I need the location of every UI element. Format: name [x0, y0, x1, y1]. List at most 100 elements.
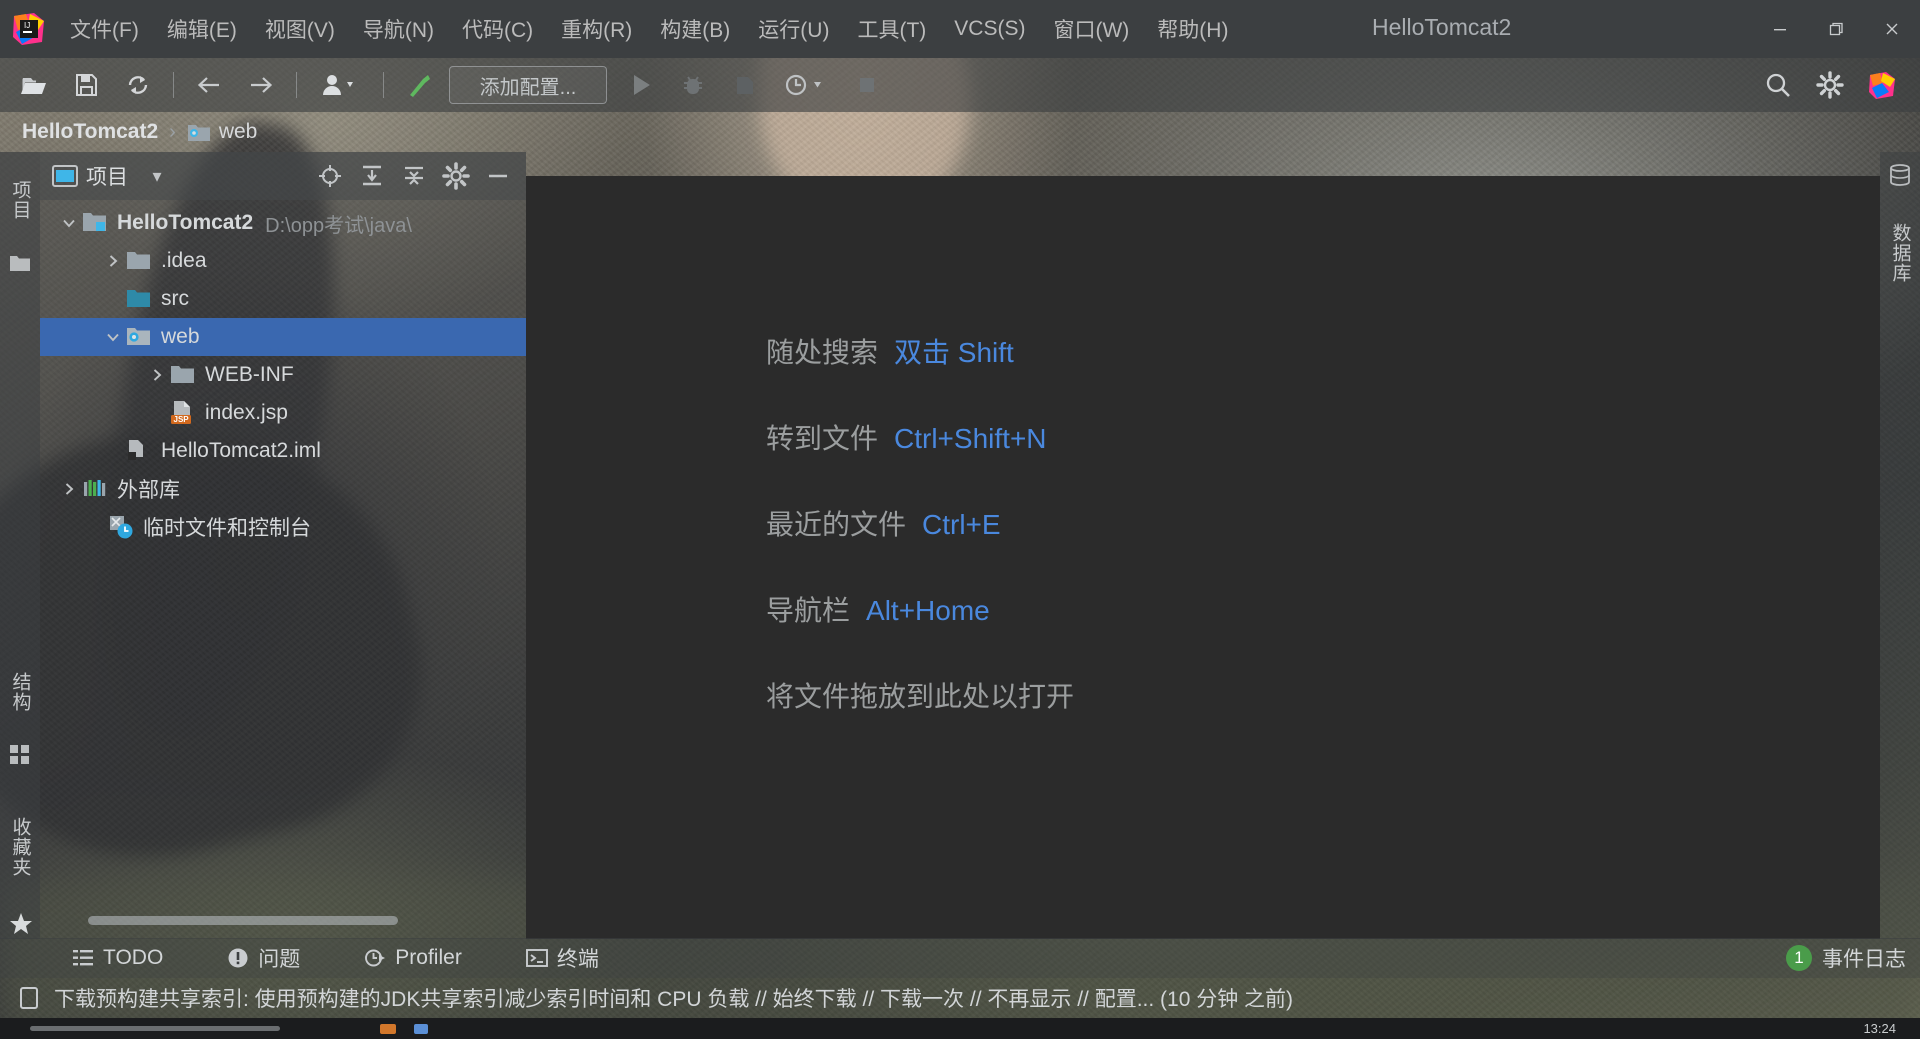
maximize-restore-button[interactable] [1808, 0, 1864, 58]
breadcrumb-item-web[interactable]: web [187, 120, 257, 144]
stop-icon[interactable] [846, 64, 888, 106]
menu-edit[interactable]: 编辑(E) [153, 9, 251, 49]
hide-icon[interactable] [480, 158, 516, 194]
run-with-coverage-icon[interactable] [724, 64, 766, 106]
gear-icon[interactable] [1809, 64, 1851, 106]
status-bar-message[interactable]: 下载预构建共享索引: 使用预构建的JDK共享索引减少索引时间和 CPU 负载 /… [54, 983, 1293, 1013]
tool-button-todo[interactable]: TODO [58, 942, 177, 974]
star-icon[interactable] [9, 912, 32, 934]
select-opened-file-icon[interactable] [312, 158, 348, 194]
hint-shortcut-key: Ctrl+E [922, 509, 1001, 540]
menu-help[interactable]: 帮助(H) [1143, 9, 1242, 49]
menu-navigate[interactable]: 导航(N) [349, 9, 448, 49]
tool-button-problems[interactable]: 问题 [213, 939, 314, 977]
todo-list-icon [72, 947, 94, 969]
tool-tab-project[interactable]: 项目 [0, 160, 40, 240]
taskbar-thumbnail[interactable] [30, 1026, 280, 1031]
menu-window[interactable]: 窗口(W) [1039, 9, 1143, 49]
intellij-logo-icon: IJ [12, 12, 46, 46]
tool-button-profiler[interactable]: Profiler [350, 942, 476, 974]
open-folder-icon[interactable] [13, 64, 55, 106]
windows-taskbar: 13:24 [0, 1018, 1920, 1039]
tool-button-terminal[interactable]: 终端 [512, 939, 613, 977]
external-libraries-icon [82, 476, 108, 502]
menu-bar: 文件(F) 编辑(E) 视图(V) 导航(N) 代码(C) 重构(R) 构建(B… [56, 9, 1242, 49]
save-all-icon[interactable] [65, 64, 107, 106]
source-folder-icon [126, 286, 152, 312]
tree-node-label: WEB-INF [205, 363, 294, 386]
bottom-tool-bar: TODO 问题 Profiler 终端 1 事件日志 [0, 938, 1920, 978]
tool-tab-favorites[interactable]: 收藏夹 [0, 792, 40, 902]
chevron-right-icon[interactable] [100, 242, 126, 280]
menu-code[interactable]: 代码(C) [448, 9, 547, 49]
structure-grid-icon[interactable] [9, 744, 31, 766]
event-log-count-badge: 1 [1786, 945, 1812, 971]
idea-logo-icon[interactable] [1861, 64, 1903, 106]
tree-node-scratches[interactable]: 临时文件和控制台 [40, 508, 526, 546]
taskbar-app-icon[interactable] [414, 1023, 428, 1034]
tree-node-web-inf[interactable]: WEB-INF [40, 356, 526, 394]
sync-icon[interactable] [117, 64, 159, 106]
gear-icon[interactable] [438, 158, 474, 194]
chevron-down-icon[interactable] [56, 204, 82, 242]
toolbar-right-group [1752, 64, 1920, 106]
chevron-right-icon[interactable] [56, 470, 82, 508]
svg-text:JSP: JSP [174, 415, 190, 424]
tree-node-web[interactable]: web [40, 318, 526, 356]
tool-button-event-log[interactable]: 事件日志 [1822, 943, 1906, 973]
chevron-down-icon[interactable] [100, 318, 126, 356]
run-icon[interactable] [620, 64, 662, 106]
build-hammer-icon[interactable] [398, 64, 440, 106]
back-arrow-icon[interactable] [188, 64, 230, 106]
search-icon[interactable] [1757, 64, 1799, 106]
project-folder-icon[interactable] [9, 252, 31, 274]
menu-refactor[interactable]: 重构(R) [547, 9, 646, 49]
editor-empty-area[interactable]: 随处搜索 双击 Shift 转到文件 Ctrl+Shift+N 最近的文件 Ctrl+… [526, 176, 1880, 939]
tree-node-label: HelloTomcat2.iml [161, 439, 321, 462]
tool-tab-database[interactable]: 数据库 [1880, 198, 1920, 308]
web-folder-icon [126, 324, 152, 350]
expand-all-icon[interactable] [354, 158, 390, 194]
close-button[interactable] [1864, 0, 1920, 58]
title-bar: IJ 文件(F) 编辑(E) 视图(V) 导航(N) 代码(C) 重构(R) 构… [0, 0, 1920, 58]
project-panel-horizontal-scrollbar[interactable] [88, 916, 398, 925]
tree-node-iml[interactable]: HelloTomcat2.iml [40, 432, 526, 470]
tool-button-label: 终端 [556, 948, 599, 971]
tool-button-label: TODO [103, 946, 164, 969]
taskbar-clock[interactable]: 13:24 [1863, 1021, 1896, 1036]
breadcrumb: HelloTomcat2 › web [0, 112, 1920, 152]
collapse-all-icon[interactable] [396, 158, 432, 194]
minimize-button[interactable] [1752, 0, 1808, 58]
breadcrumb-project[interactable]: HelloTomcat2 [22, 120, 158, 144]
user-profile-icon[interactable] [311, 64, 369, 106]
toolbar-divider [173, 72, 174, 98]
tree-node-index-jsp[interactable]: JSP index.jsp [40, 394, 526, 432]
profiler-icon[interactable] [776, 64, 836, 106]
forward-arrow-icon[interactable] [240, 64, 282, 106]
tree-node-external-libraries[interactable]: 外部库 [40, 470, 526, 508]
run-configuration-selector[interactable]: 添加配置... [449, 66, 607, 104]
menu-file[interactable]: 文件(F) [56, 9, 153, 49]
menu-tools[interactable]: 工具(T) [843, 9, 940, 49]
problems-icon [227, 947, 249, 969]
database-cylinder-icon[interactable] [1889, 164, 1911, 186]
chevron-right-icon[interactable] [144, 356, 170, 394]
project-tree: HelloTomcat2 D:\opp考试\java\ .idea src we… [40, 200, 526, 546]
menu-run[interactable]: 运行(U) [744, 9, 843, 49]
debug-icon[interactable] [672, 64, 714, 106]
menu-vcs[interactable]: VCS(S) [940, 12, 1039, 46]
tree-node-hellotomcat2[interactable]: HelloTomcat2 D:\opp考试\java\ [40, 204, 526, 242]
tree-node-src[interactable]: src [40, 280, 526, 318]
menu-view[interactable]: 视图(V) [251, 9, 349, 49]
hint-recent-files: 最近的文件 Ctrl+E [766, 503, 1074, 543]
jsp-file-icon: JSP [170, 400, 196, 426]
tree-node-idea[interactable]: .idea [40, 242, 526, 280]
taskbar-app-icon[interactable] [380, 1023, 396, 1034]
window-controls [1752, 0, 1920, 58]
tree-node-label: 外部库 [117, 479, 180, 502]
notification-icon[interactable] [18, 986, 40, 1010]
tool-tab-structure[interactable]: 结构 [0, 652, 40, 732]
chevron-down-icon[interactable]: ▾ [139, 158, 175, 194]
hint-go-to-file: 转到文件 Ctrl+Shift+N [766, 417, 1074, 457]
menu-build[interactable]: 构建(B) [646, 9, 744, 49]
